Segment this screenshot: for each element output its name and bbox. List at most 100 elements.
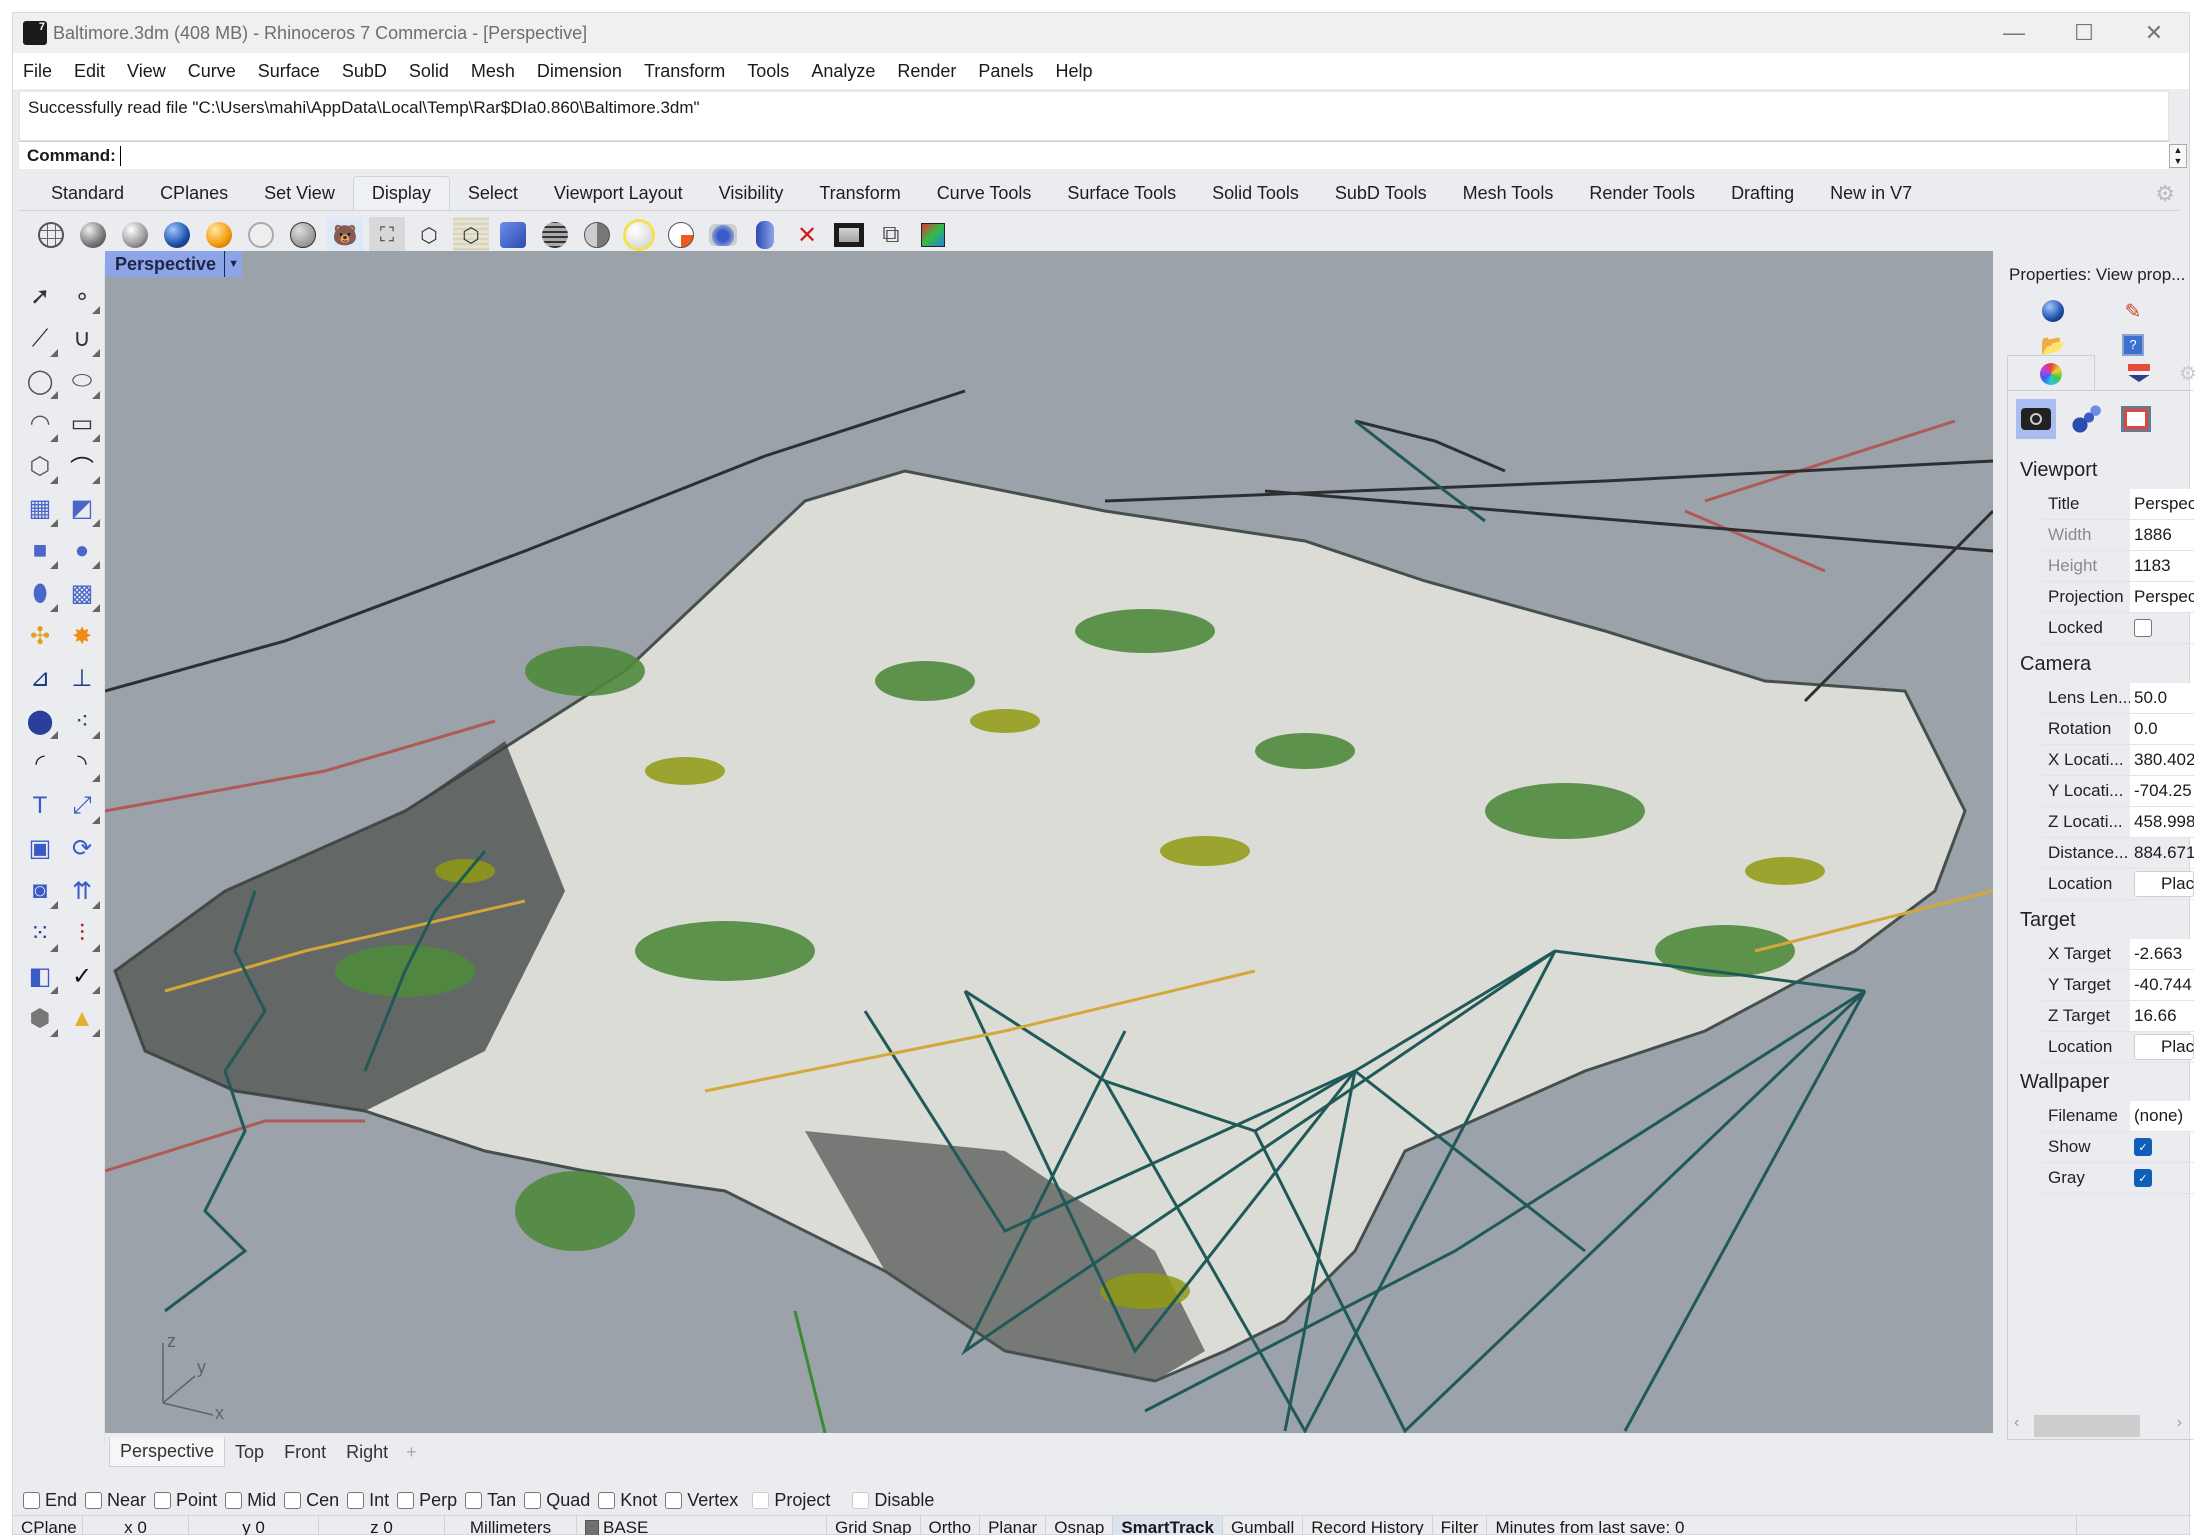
ellipse-icon[interactable]: ⬭ (61, 360, 103, 402)
trim-icon[interactable]: ⊿ (19, 658, 61, 700)
status-ortho[interactable]: Ortho (921, 1515, 981, 1535)
extrude-surface-icon[interactable]: ◩ (61, 488, 103, 530)
srf-network-icon[interactable]: ▩ (61, 573, 103, 615)
materials-brush-icon[interactable]: ✎ (2119, 297, 2147, 325)
clipping-plane-icon[interactable] (747, 217, 783, 253)
target-place-button[interactable]: Place... (2134, 1034, 2194, 1060)
tab-curve-tools[interactable]: Curve Tools (919, 183, 1050, 210)
status-smarttrack[interactable]: SmartTrack (1113, 1515, 1223, 1535)
prop-value-z-location[interactable]: 458.998 (2130, 807, 2194, 837)
osnap-disable[interactable]: Disable (852, 1490, 934, 1511)
menu-view[interactable]: View (127, 61, 166, 82)
move-icon[interactable]: ⤢ (61, 785, 103, 827)
tab-transform[interactable]: Transform (801, 183, 918, 210)
menu-render[interactable]: Render (897, 61, 956, 82)
command-line[interactable]: Command: ▲ ▼ (19, 141, 2187, 169)
text-icon[interactable]: T (19, 785, 61, 827)
menu-surface[interactable]: Surface (258, 61, 320, 82)
command-history-spinner[interactable]: ▲ ▼ (2169, 144, 2187, 168)
viewport-tab-top[interactable]: Top (225, 1438, 274, 1467)
osnap-end[interactable]: End (23, 1490, 77, 1511)
arctic-bear-icon[interactable]: 🐻 (327, 217, 363, 253)
rendered-gold-icon[interactable] (201, 217, 237, 253)
osnap-knot[interactable]: Knot (598, 1490, 657, 1511)
polygon-icon[interactable]: ⬡ (19, 445, 61, 487)
viewport-tab-perspective[interactable]: Perspective (109, 1437, 226, 1467)
osnap-checkbox[interactable] (665, 1491, 683, 1509)
technical-icon[interactable]: ⛶ (369, 217, 405, 253)
pen-icon[interactable]: ⬡ (411, 217, 447, 253)
prop-value-x-target[interactable]: -2.663 (2130, 939, 2194, 969)
close-button[interactable]: ✕ (2119, 13, 2189, 53)
half-shade-icon[interactable] (579, 217, 615, 253)
rectangle-icon[interactable]: ▭ (61, 403, 103, 445)
osnap-checkbox[interactable] (225, 1491, 243, 1509)
menu-file[interactable]: File (23, 61, 52, 82)
sphere-union-icon[interactable]: ● (61, 530, 103, 572)
menu-dimension[interactable]: Dimension (537, 61, 622, 82)
rotate-icon[interactable]: ⟳ (61, 828, 103, 870)
light-icon[interactable] (621, 217, 657, 253)
cylinder-icon[interactable]: ⬮ (19, 573, 61, 615)
scroll-right-icon[interactable]: › (2177, 1414, 2182, 1432)
osnap-project[interactable]: Project (752, 1490, 830, 1511)
prop-value-z-target[interactable]: 16.66 (2130, 1001, 2194, 1031)
boolean-union-icon[interactable]: ⬤ (19, 700, 61, 742)
properties-settings-gear-icon[interactable]: ⚙ (2179, 361, 2197, 386)
shaded-icon[interactable] (75, 217, 111, 253)
perspective-viewport[interactable]: Perspective ▼ z y x (105, 251, 1993, 1433)
split-icon[interactable]: ⊥ (61, 658, 103, 700)
fillet-icon[interactable]: ◜ (19, 743, 61, 785)
osnap-checkbox[interactable] (852, 1491, 870, 1509)
fillet-curve-icon[interactable]: ⌒ (61, 445, 103, 487)
scroll-thumb[interactable] (2034, 1415, 2140, 1437)
curve-icon[interactable]: ∪ (61, 318, 103, 360)
status-gumball[interactable]: Gumball (1223, 1515, 1304, 1535)
osnap-checkbox[interactable] (154, 1491, 172, 1509)
osnap-perp[interactable]: Perp (397, 1490, 457, 1511)
grid-array-icon[interactable]: ⁙ (19, 913, 61, 955)
shaded-outline-icon[interactable] (117, 217, 153, 253)
menu-curve[interactable]: Curve (188, 61, 236, 82)
tab-new-in-v7[interactable]: New in V7 (1812, 183, 1930, 210)
locked-checkbox[interactable] (2134, 619, 2152, 637)
select-arrow-icon[interactable]: ➚ (19, 275, 61, 317)
tab-surface-tools[interactable]: Surface Tools (1049, 183, 1194, 210)
tab-solid-tools[interactable]: Solid Tools (1194, 183, 1317, 210)
join-icon[interactable]: ✣ (19, 615, 61, 657)
osnap-near[interactable]: Near (85, 1490, 146, 1511)
tab-subd-tools[interactable]: SubD Tools (1317, 183, 1445, 210)
menu-mesh[interactable]: Mesh (471, 61, 515, 82)
prop-value-y-location[interactable]: -704.25 (2130, 776, 2194, 806)
rendered-icon[interactable] (159, 217, 195, 253)
viewport-frame-page-icon[interactable] (2116, 399, 2156, 439)
menu-edit[interactable]: Edit (74, 61, 105, 82)
tab-visibility[interactable]: Visibility (701, 183, 802, 210)
tab-display[interactable]: Display (352, 176, 450, 210)
tab-standard[interactable]: Standard (33, 183, 142, 210)
properties-horizontal-scrollbar[interactable]: ‹ › (2008, 1411, 2194, 1439)
minimize-button[interactable]: — (1979, 13, 2049, 53)
tab-set-view[interactable]: Set View (246, 183, 353, 210)
status-record-history[interactable]: Record History (1303, 1515, 1433, 1535)
status-cplane[interactable]: CPlane (13, 1515, 83, 1535)
tab-render-tools[interactable]: Render Tools (1571, 183, 1713, 210)
prop-value-x-location[interactable]: 380.402 (2130, 745, 2194, 775)
status-units[interactable]: Millimeters (445, 1515, 577, 1535)
osnap-quad[interactable]: Quad (524, 1490, 590, 1511)
osnap-point[interactable]: Point (154, 1490, 217, 1511)
check-icon[interactable]: ✓ (61, 955, 103, 997)
solid-edit-icon[interactable]: ◙ (19, 870, 61, 912)
viewport-menu-dropdown-icon[interactable]: ▼ (224, 251, 242, 277)
osnap-checkbox[interactable] (23, 1491, 40, 1509)
menu-analyze[interactable]: Analyze (811, 61, 875, 82)
status-filter[interactable]: Filter (1433, 1515, 1488, 1535)
ghosted-icon[interactable] (243, 217, 279, 253)
box-icon[interactable]: ■ (19, 530, 61, 572)
status-grid-snap[interactable]: Grid Snap (827, 1515, 921, 1535)
menu-help[interactable]: Help (1055, 61, 1092, 82)
circle-icon[interactable]: ◯ (19, 360, 61, 402)
osnap-checkbox[interactable] (397, 1491, 415, 1509)
align-icon[interactable]: ⫶ (61, 913, 103, 955)
polyline-icon[interactable]: ⟋ (19, 318, 61, 360)
